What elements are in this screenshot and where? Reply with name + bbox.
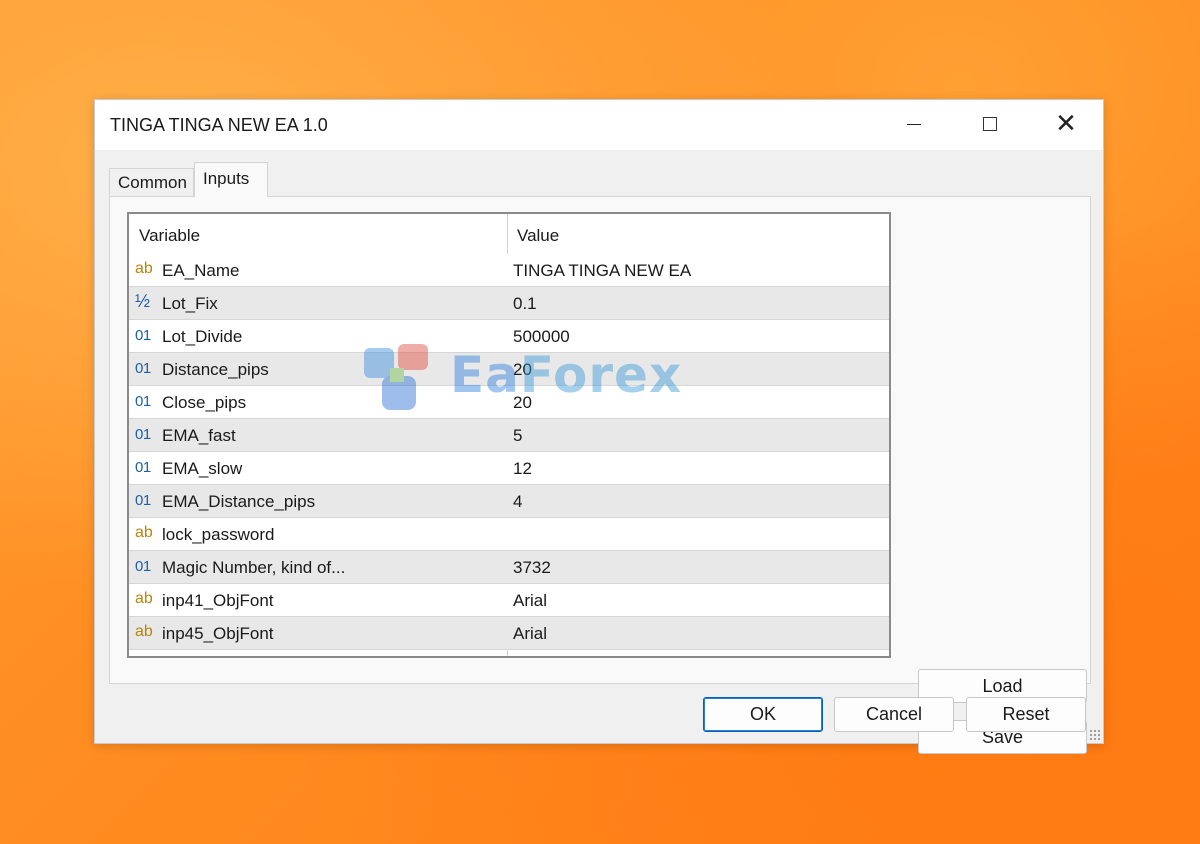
integer-type-icon: 01 [135, 492, 151, 509]
variable-name: lock_password [162, 525, 275, 544]
variable-value[interactable]: 12 [513, 459, 532, 479]
column-header-variable[interactable]: Variable [139, 226, 200, 246]
string-type-icon: ab [135, 623, 153, 640]
variable-name: EMA_slow [162, 459, 243, 478]
variable-name: Close_pips [162, 393, 247, 412]
string-type-icon: ab [135, 524, 153, 541]
string-type-icon: ab [135, 260, 153, 277]
variable-value[interactable]: 5 [513, 426, 522, 446]
integer-type-icon: 01 [135, 393, 151, 410]
table-row[interactable]: 01 Distance_pips 20 [129, 353, 889, 386]
variable-value[interactable]: 20 [513, 360, 532, 380]
integer-type-icon: 01 [135, 558, 151, 575]
cancel-button[interactable]: Cancel [834, 697, 954, 732]
close-button[interactable]: ✕ [1043, 106, 1089, 142]
integer-type-icon: 01 [135, 327, 151, 344]
variable-name: inp41_ObjFont [162, 591, 274, 610]
table-row[interactable]: 01 Lot_Divide 500000 [129, 320, 889, 353]
ea-properties-dialog: TINGA TINGA NEW EA 1.0 ✕ Common Inputs V… [94, 99, 1104, 754]
table-row[interactable]: 01 EMA_slow 12 [129, 452, 889, 485]
table-row[interactable]: ab EA_Name TINGA TINGA NEW EA [129, 254, 889, 287]
inputs-grid[interactable]: Variable Value ab EA_Name TINGA TINGA NEW … [127, 212, 891, 658]
integer-type-icon: 01 [135, 360, 151, 377]
title-bar: TINGA TINGA NEW EA 1.0 ✕ [95, 100, 1103, 150]
integer-type-icon: 01 [135, 459, 151, 476]
variable-value[interactable]: 500000 [513, 327, 570, 347]
table-row[interactable]: ab inp41_ObjFont Arial [129, 584, 889, 617]
table-row[interactable]: 01 Close_pips 20 [129, 386, 889, 419]
maximize-button[interactable] [967, 106, 1013, 142]
variable-value[interactable]: TINGA TINGA NEW EA [513, 261, 691, 281]
minimize-icon [907, 123, 921, 125]
minimize-button[interactable] [891, 106, 937, 142]
close-icon: ✕ [1055, 109, 1077, 139]
variable-name: inp45_ObjFont [162, 624, 274, 643]
table-row[interactable]: ab inp45_ObjFont Arial [129, 617, 889, 650]
integer-type-icon: 01 [135, 426, 151, 443]
window-title: TINGA TINGA NEW EA 1.0 [110, 115, 328, 135]
variable-name: Magic Number, kind of... [162, 558, 346, 577]
column-header-value[interactable]: Value [517, 226, 559, 246]
variable-name: Lot_Fix [162, 294, 218, 313]
variable-value[interactable]: Arial [513, 591, 547, 611]
table-row[interactable]: ab lock_password [129, 518, 889, 551]
tab-common[interactable]: Common [109, 168, 194, 196]
inputs-panel: Variable Value ab EA_Name TINGA TINGA NEW … [109, 196, 1091, 754]
variable-value[interactable]: Arial [513, 624, 547, 644]
reset-button[interactable]: Reset [966, 697, 1086, 732]
grid-header: Variable Value [129, 214, 889, 254]
table-row[interactable]: ½ Lot_Fix 0.1 [129, 287, 889, 320]
string-type-icon: ab [135, 590, 153, 607]
variable-name: Distance_pips [162, 360, 269, 379]
variable-name: Lot_Divide [162, 327, 243, 346]
resize-grip-icon[interactable] [1089, 729, 1101, 741]
variable-name: EMA_fast [162, 426, 236, 445]
tab-inputs[interactable]: Inputs [194, 162, 268, 197]
table-row[interactable]: 01 EMA_fast 5 [129, 419, 889, 452]
variable-name: EA_Name [162, 261, 240, 280]
table-row[interactable]: 01 EMA_Distance_pips 4 [129, 485, 889, 518]
variable-value[interactable]: 4 [513, 492, 522, 512]
variable-value[interactable]: 20 [513, 393, 532, 413]
maximize-icon [983, 117, 997, 131]
table-row[interactable]: 01 Magic Number, kind of... 3732 [129, 551, 889, 584]
double-type-icon: ½ [135, 291, 151, 311]
variable-value[interactable]: 0.1 [513, 294, 537, 314]
variable-value[interactable]: 3732 [513, 558, 551, 578]
ok-button[interactable]: OK [703, 697, 823, 732]
variable-name: EMA_Distance_pips [162, 492, 316, 511]
